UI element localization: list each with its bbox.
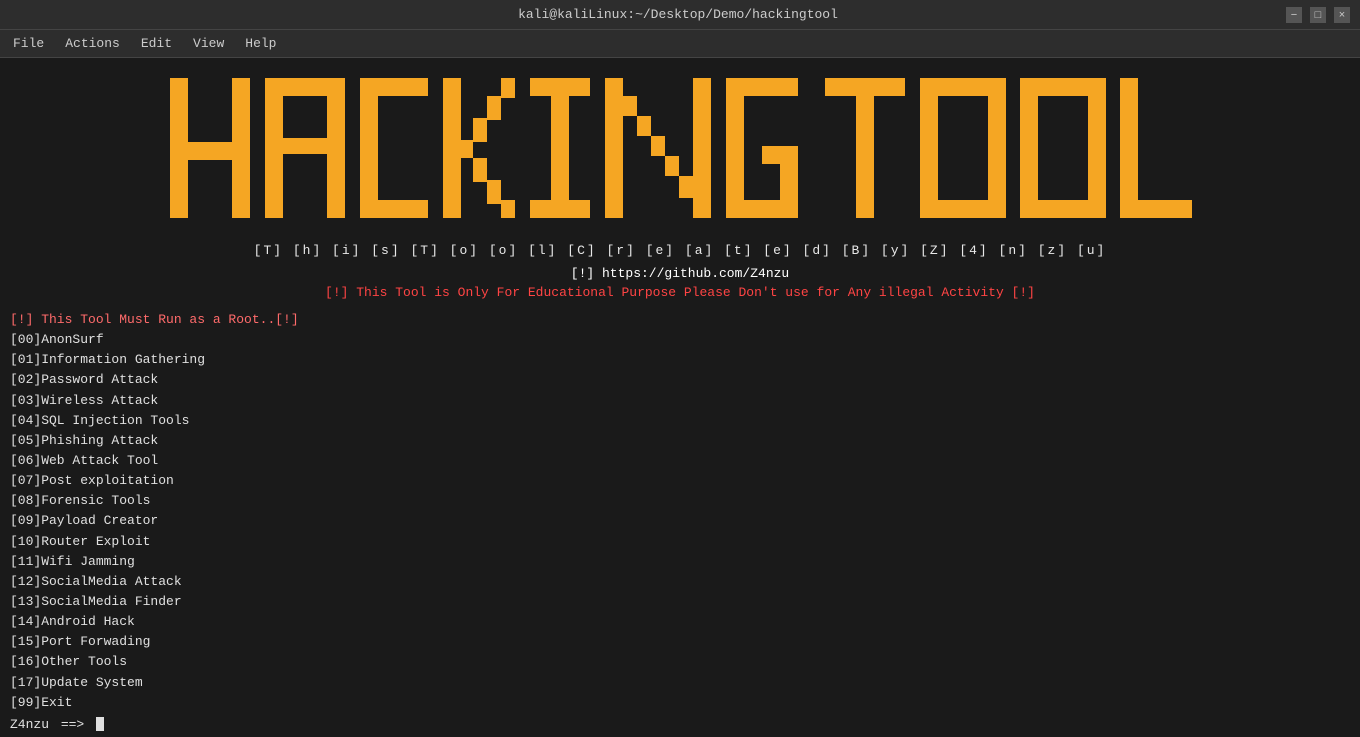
- menu-item[interactable]: [05]Phishing Attack: [10, 431, 1350, 451]
- menu-list: [!] This Tool Must Run as a Root..[!] [0…: [10, 310, 1350, 713]
- menu-item[interactable]: [16]Other Tools: [10, 652, 1350, 672]
- menu-item[interactable]: [99]Exit: [10, 693, 1350, 713]
- menu-edit[interactable]: Edit: [133, 33, 180, 54]
- menu-item[interactable]: [02]Password Attack: [10, 370, 1350, 390]
- menu-item[interactable]: [04]SQL Injection Tools: [10, 411, 1350, 431]
- menu-item[interactable]: [15]Port Forwading: [10, 632, 1350, 652]
- menu-item[interactable]: [13]SocialMedia Finder: [10, 592, 1350, 612]
- menu-view[interactable]: View: [185, 33, 232, 54]
- menu-item[interactable]: [03]Wireless Attack: [10, 391, 1350, 411]
- menu-item[interactable]: [09]Payload Creator: [10, 511, 1350, 531]
- prompt-username: Z4nzu: [10, 717, 49, 732]
- menu-item[interactable]: [01]Information Gathering: [10, 350, 1350, 370]
- window-controls: − □ ×: [1286, 7, 1350, 23]
- warning-line: [!] This Tool is Only For Educational Pu…: [10, 285, 1350, 300]
- cursor: [96, 717, 104, 731]
- menu-item[interactable]: [00]AnonSurf: [10, 330, 1350, 350]
- menu-item[interactable]: [12]SocialMedia Attack: [10, 572, 1350, 592]
- menu-item[interactable]: [11]Wifi Jamming: [10, 552, 1350, 572]
- menu-item[interactable]: [14]Android Hack: [10, 612, 1350, 632]
- menu-item[interactable]: [10]Router Exploit: [10, 532, 1350, 552]
- menu-item[interactable]: [07]Post exploitation: [10, 471, 1350, 491]
- close-button[interactable]: ×: [1334, 7, 1350, 23]
- menu-bar: File Actions Edit View Help: [0, 30, 1360, 58]
- menu-items: [00]AnonSurf[01]Information Gathering[02…: [10, 330, 1350, 713]
- maximize-button[interactable]: □: [1310, 7, 1326, 23]
- terminal: .px { fill: #f5a623; }: [0, 58, 1360, 737]
- subtitle-line: [T] [h] [i] [s] [T] [o] [o] [l] [C] [r] …: [10, 243, 1350, 258]
- minimize-button[interactable]: −: [1286, 7, 1302, 23]
- prompt-arrow: ==>: [53, 717, 92, 732]
- title-bar: kali@kaliLinux:~/Desktop/Demo/hackingtoo…: [0, 0, 1360, 30]
- prompt-line: Z4nzu ==>: [10, 717, 1350, 732]
- menu-item[interactable]: [17]Update System: [10, 673, 1350, 693]
- menu-actions[interactable]: Actions: [57, 33, 128, 54]
- menu-file[interactable]: File: [5, 33, 52, 54]
- menu-help[interactable]: Help: [237, 33, 284, 54]
- github-line: [!] https://github.com/Z4nzu: [10, 266, 1350, 281]
- window-title: kali@kaliLinux:~/Desktop/Demo/hackingtoo…: [70, 7, 1286, 22]
- root-warning: [!] This Tool Must Run as a Root..[!]: [10, 310, 1350, 330]
- hacking-tool-svg: .px { fill: #f5a623; }: [160, 68, 1200, 238]
- menu-item[interactable]: [06]Web Attack Tool: [10, 451, 1350, 471]
- banner: .px { fill: #f5a623; }: [10, 68, 1350, 238]
- menu-item[interactable]: [08]Forensic Tools: [10, 491, 1350, 511]
